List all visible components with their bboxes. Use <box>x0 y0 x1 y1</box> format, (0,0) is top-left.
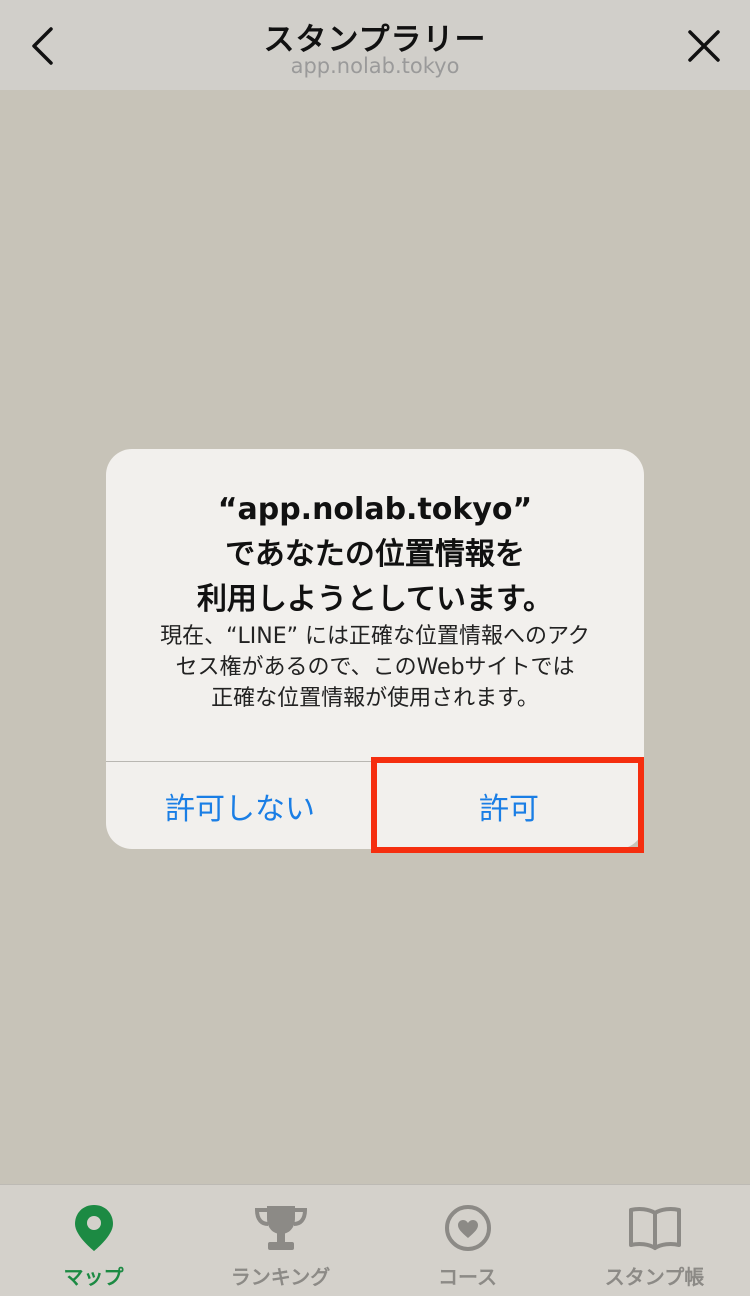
header-bar: スタンプラリー app.nolab.tokyo <box>0 0 750 90</box>
dialog-title-line: 利用しようとしています。 <box>196 582 554 617</box>
heart-circle-icon <box>444 1205 491 1251</box>
close-button[interactable] <box>684 24 724 68</box>
deny-button[interactable]: 許可しない <box>106 762 374 849</box>
chevron-left-icon <box>32 27 53 65</box>
close-icon <box>688 30 720 62</box>
tab-label: スタンプ帳 <box>604 1265 705 1289</box>
dialog-message: 現在、“LINE” には正確な位置情報へのアク セス権があるので、このWebサイ… <box>126 621 624 714</box>
tab-label: コース <box>438 1265 497 1289</box>
dialog-message-line: 正確な位置情報が使用されます。 <box>211 686 539 711</box>
dialog-title-line: “app.nolab.tokyo” <box>217 492 533 527</box>
tab-label: マップ <box>63 1265 124 1289</box>
back-button[interactable] <box>22 24 62 68</box>
tab-stamp-book[interactable]: スタンプ帳 <box>561 1185 748 1296</box>
tab-bar: マップ ランキング コース スタンプ帳 <box>0 1184 750 1296</box>
tab-label: ランキング <box>230 1265 331 1289</box>
book-icon <box>628 1207 681 1250</box>
tab-course[interactable]: コース <box>374 1185 561 1296</box>
highlight-box <box>371 757 644 853</box>
dialog-title: “app.nolab.tokyo” であなたの位置情報を 利用しようとしています… <box>126 487 624 622</box>
trophy-icon <box>254 1206 307 1250</box>
tab-ranking[interactable]: ランキング <box>187 1185 374 1296</box>
dialog-title-line: であなたの位置情報を <box>225 537 525 572</box>
dialog-message-line: セス権があるので、このWebサイトでは <box>175 655 575 680</box>
dialog-message-line: 現在、“LINE” には正確な位置情報へのアク <box>160 624 590 649</box>
tab-map[interactable]: マップ <box>0 1185 187 1296</box>
map-pin-icon <box>74 1205 113 1251</box>
page-title: スタンプラリー <box>263 22 487 58</box>
page-url: app.nolab.tokyo <box>290 54 460 78</box>
